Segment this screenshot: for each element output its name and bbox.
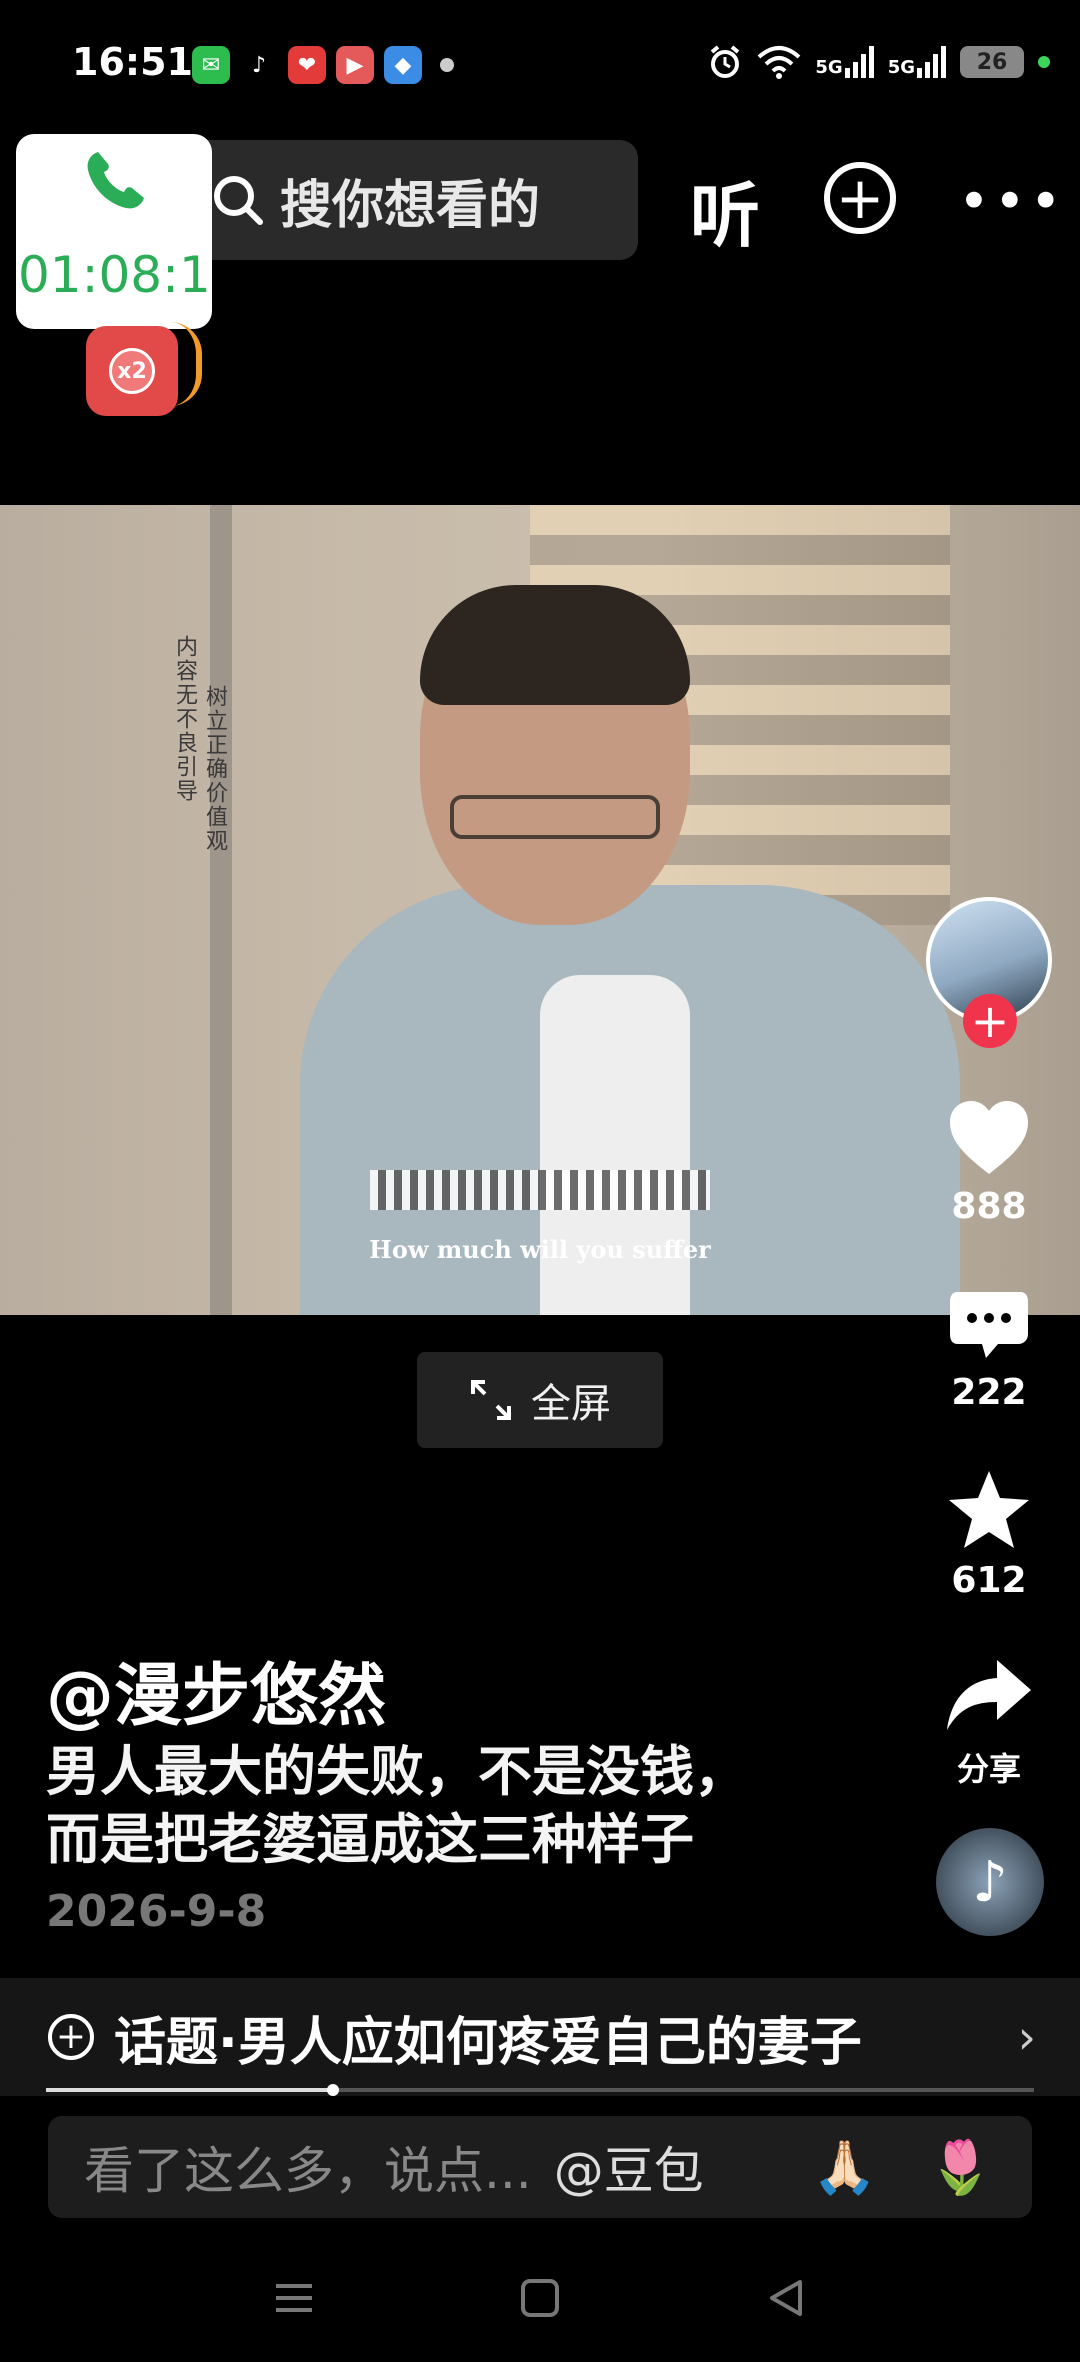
red-packet-progress-arc — [170, 322, 202, 406]
privacy-indicator-dot — [1038, 56, 1050, 68]
description-line-1: 男人最大的失败，不是没钱， — [46, 1740, 748, 1803]
heart-app-icon: ❤ — [288, 46, 326, 84]
alarm-icon — [711, 45, 740, 78]
post-description: 男人最大的失败，不是没钱， 而是把老婆逼成这三种样子 — [46, 1738, 846, 1873]
more-notifications-dot — [440, 58, 454, 72]
video-overlay-right: 树立正确价值观 — [202, 685, 227, 853]
favorite-button[interactable]: 612 — [920, 1468, 1058, 1601]
back-icon[interactable] — [764, 2276, 808, 2320]
notification-icons: ✉ ♪ ❤ ▶ ◆ — [192, 46, 454, 84]
red-packet-button[interactable]: x2 — [86, 326, 178, 416]
red-packet-badge: x2 — [109, 348, 155, 394]
video-person-hair — [420, 585, 690, 705]
author-name[interactable]: @漫步悠然 — [46, 1640, 386, 1739]
tulip-emoji-button[interactable]: 🌷 — [928, 2137, 993, 2198]
comment-placeholder: 看了这么多，说点... — [84, 2142, 532, 2200]
heart-icon — [950, 1101, 1028, 1174]
pray-emoji-button[interactable]: 🙏🏻 — [812, 2137, 877, 2198]
call-overlay[interactable]: 01:08:1 — [16, 134, 212, 329]
progress-fill — [46, 2088, 333, 2092]
browser-app-icon: ◆ — [384, 46, 422, 84]
video-person-glasses — [450, 795, 660, 839]
status-right: 5G 5G 26 — [707, 44, 1050, 80]
star-icon — [949, 1471, 1029, 1548]
more-options-button[interactable]: ••• — [958, 170, 1066, 233]
video-app-icon: ▶ — [336, 46, 374, 84]
like-count: 888 — [951, 1186, 1027, 1227]
wifi-icon — [758, 46, 801, 79]
comment-count: 222 — [951, 1372, 1027, 1413]
status-time: 16:51 — [72, 40, 193, 84]
system-nav-bar — [0, 2248, 1080, 2362]
share-label: 分享 — [956, 1750, 1021, 1788]
share-button[interactable]: 分享 — [920, 1656, 1058, 1790]
topic-bar[interactable]: + 话题·男人应如何疼爱自己的妻子 › — [0, 1978, 1080, 2096]
network-type: 5G — [815, 57, 843, 78]
video-player[interactable]: 内容无不良引导 树立正确价值观 How much will you suffer — [0, 505, 1080, 1315]
tiktok-icon: ♪ — [240, 46, 278, 84]
topic-label: 话题·男人应如何疼爱自己的妻子 — [114, 2012, 862, 2073]
comment-input[interactable]: 看了这么多，说点... @豆包 🙏🏻 🌷 — [48, 2116, 1032, 2218]
signal-1-icon: 5G — [815, 46, 874, 78]
fullscreen-button[interactable]: 全屏 — [417, 1352, 663, 1448]
video-overlay-left: 内容无不良引导 — [172, 635, 197, 803]
home-icon[interactable] — [518, 2276, 562, 2320]
battery-icon: 26 — [960, 46, 1024, 78]
search-icon — [214, 176, 263, 225]
menu-icon[interactable] — [272, 2276, 316, 2320]
music-disc-button[interactable]: ♪ — [936, 1828, 1044, 1936]
video-subtitle: How much will you suffer — [369, 1235, 711, 1264]
listen-button[interactable]: 听 — [690, 160, 760, 261]
progress-knob[interactable] — [326, 2084, 339, 2096]
fullscreen-label: 全屏 — [531, 1381, 611, 1427]
comment-button[interactable]: 222 — [920, 1290, 1058, 1413]
favorite-count: 612 — [951, 1560, 1027, 1601]
video-progress-bar[interactable] — [46, 2084, 1034, 2096]
follow-button[interactable]: + — [963, 994, 1017, 1048]
music-note-icon: ♪ — [972, 1849, 1008, 1915]
like-button[interactable]: 888 — [920, 1098, 1058, 1227]
chevron-right-icon: › — [1017, 2010, 1036, 2064]
video-door-frame — [210, 505, 232, 1315]
signal-2-icon: 5G — [888, 46, 946, 78]
post-date: 2026-9-8 — [46, 1886, 267, 1937]
description-line-2: 而是把老婆逼成这三种样子 — [46, 1807, 694, 1871]
share-icon — [947, 1660, 1031, 1730]
phone-icon — [87, 152, 144, 209]
status-bar: 16:51 ✉ ♪ ❤ ▶ ◆ 5G 5G 26 — [0, 0, 1080, 130]
search-placeholder: 搜你想看的 — [280, 175, 541, 236]
search-bar[interactable]: 搜你想看的 — [190, 140, 638, 260]
topic-plus-icon: + — [48, 2014, 94, 2060]
plus-icon: + — [835, 164, 885, 232]
expand-icon — [471, 1380, 511, 1420]
video-blurred-subtitle — [370, 1170, 710, 1210]
network-type-2: 5G — [887, 57, 915, 78]
call-timer: 01:08:1 — [18, 246, 211, 304]
comment-icon — [950, 1292, 1028, 1358]
mention-doubao[interactable]: @豆包 — [554, 2131, 704, 2203]
video-person-shirt — [540, 975, 690, 1315]
wechat-icon: ✉ — [192, 46, 230, 84]
create-button[interactable]: + — [824, 162, 896, 234]
